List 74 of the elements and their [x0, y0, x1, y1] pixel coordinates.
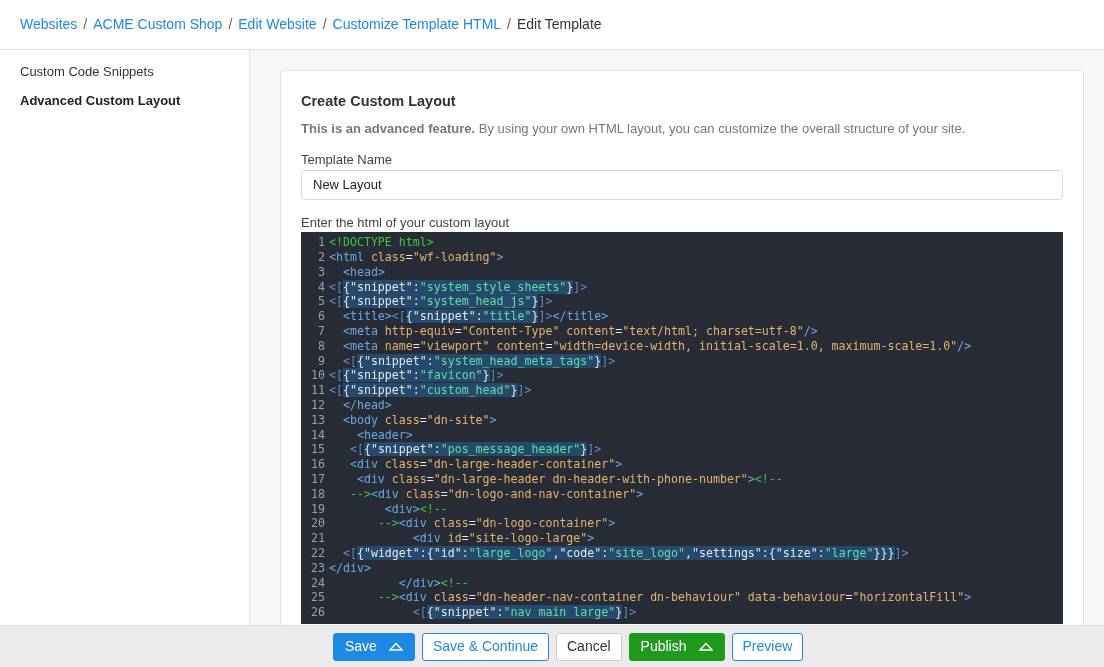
- line-number: 11: [310, 383, 326, 398]
- line-number: 14: [310, 427, 326, 443]
- breadcrumb-separator: /: [507, 15, 511, 34]
- code-line: <body class="dn-site">: [341, 412, 497, 428]
- line-number: 3: [317, 264, 326, 280]
- line-number: 1: [317, 235, 326, 251]
- code-line: <[{"snippet":"favicon"}]>: [329, 368, 504, 384]
- line-number: 20: [310, 516, 326, 532]
- code-line: <[{"widget":{"id":"large_logo","code":"site_logo","settings":{"size":"large"}}}]>: [341, 546, 909, 561]
- code-line: <[{"snippet":"system_head_meta_tags"}]>: [341, 353, 616, 369]
- code-line: <[{"snippet":"system_head_js"}]>: [329, 294, 553, 310]
- card-title: Create Custom Layout: [301, 92, 457, 111]
- line-number: 18: [310, 486, 326, 502]
- template-name-field[interactable]: New Layout: [301, 169, 1063, 200]
- footer-button[interactable]: Preview: [731, 632, 804, 661]
- breadcrumb-link[interactable]: Customize Template HTML: [332, 14, 502, 35]
- code-line: <[{"snippet":"system_style_sheets"}]>: [329, 279, 588, 295]
- field-label: Enter the html of your custom layout: [301, 213, 511, 232]
- footer-button[interactable]: Save & Continue: [421, 632, 549, 661]
- footer-button[interactable]: Cancel: [556, 632, 622, 661]
- line-number: 21: [310, 531, 326, 546]
- line-number: 4: [317, 279, 326, 295]
- code-line: <title><[{"snippet":"title"}]></title>: [341, 309, 609, 325]
- breadcrumb-separator: /: [228, 15, 233, 34]
- line-number: 26: [310, 605, 326, 620]
- line-number: 10: [310, 368, 326, 384]
- code-line: <div id="site-logo-large">: [411, 531, 595, 546]
- code-editor[interactable]: [301, 232, 1063, 625]
- line-number: 2: [317, 250, 326, 265]
- code-line: --><div class="dn-logo-and-nav-container">: [348, 486, 644, 502]
- line-number: 22: [310, 546, 326, 561]
- code-line: --><div class="dn-header-nav-container dn-behaviour" data-behaviour="horizontalFill">: [376, 590, 972, 606]
- line-number: 9: [317, 353, 326, 369]
- code-line: <meta http-equiv="Content-Type" content="text/html; charset=utf-8"/>: [341, 324, 818, 339]
- breadcrumb-separator: /: [83, 15, 88, 34]
- line-number: 5: [317, 294, 326, 310]
- breadcrumb-current: Edit Template: [517, 15, 602, 34]
- line-number: 24: [310, 575, 326, 591]
- code-line: <div class="dn-large-header dn-header-with-phone-number"><!--: [355, 472, 783, 487]
- breadcrumb-separator: /: [322, 15, 327, 34]
- code-line: <html class="wf-loading">: [329, 250, 504, 265]
- code-line: </div>: [329, 560, 371, 576]
- sidebar-item[interactable]: Advanced Custom Layout: [20, 90, 229, 110]
- line-number: 15: [310, 442, 326, 458]
- code-line: <div><!--: [383, 501, 448, 517]
- line-number: 7: [317, 324, 326, 339]
- line-number: 12: [310, 398, 326, 413]
- code-line: --><div class="dn-logo-container">: [376, 516, 616, 532]
- field-label: Template Name: [301, 151, 394, 170]
- line-number: 13: [310, 412, 326, 428]
- code-line: <[{"snippet":"pos_message_header"}]>: [348, 442, 602, 458]
- code-line: <header>: [355, 427, 413, 443]
- line-number: 8: [317, 338, 326, 354]
- code-line: <head>: [341, 264, 385, 280]
- line-number: 17: [310, 472, 326, 487]
- breadcrumb-link[interactable]: Edit Website: [238, 14, 317, 35]
- code-line: <!DOCTYPE html>: [329, 235, 434, 251]
- code-line: <[{"snippet":"custom_head"}]>: [329, 383, 532, 398]
- code-line: <div class="dn-large-header-container">: [348, 457, 623, 472]
- intro-text: This is an advanced feature. By using your own HTML layout, you can customize the overall structure of your site.: [301, 119, 967, 138]
- code-line: <meta name="viewport" content="width=device-width, initial-scale=1.0, maximum-scale=1.0"/>: [341, 338, 972, 354]
- line-number: 6: [317, 309, 326, 325]
- line-number: 16: [310, 457, 326, 472]
- breadcrumb-link[interactable]: ACME Custom Shop: [93, 14, 223, 35]
- code-line: <[{"snippet":"nav main large"}]>: [411, 605, 637, 620]
- footer-button[interactable]: Save: [333, 632, 415, 661]
- code-line: </div><!--: [397, 575, 469, 591]
- footer-button[interactable]: Publish: [628, 632, 725, 661]
- sidebar-item[interactable]: Custom Code Snippets: [20, 62, 229, 82]
- line-number: 23: [310, 560, 326, 576]
- line-number: 19: [310, 501, 326, 517]
- breadcrumb-link[interactable]: Websites: [20, 14, 78, 35]
- code-line: </head>: [341, 398, 392, 413]
- line-number: 25: [310, 590, 326, 606]
